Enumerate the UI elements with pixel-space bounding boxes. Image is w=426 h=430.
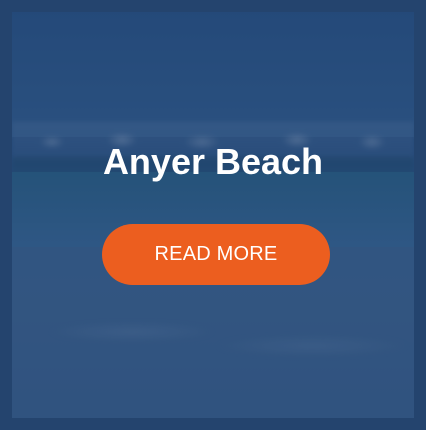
beach-card[interactable]: Anyer Beach READ MORE bbox=[0, 0, 426, 430]
card-title: Anyer Beach bbox=[102, 141, 324, 182]
card-frame bbox=[0, 0, 426, 430]
read-more-button[interactable]: READ MORE bbox=[102, 224, 330, 285]
